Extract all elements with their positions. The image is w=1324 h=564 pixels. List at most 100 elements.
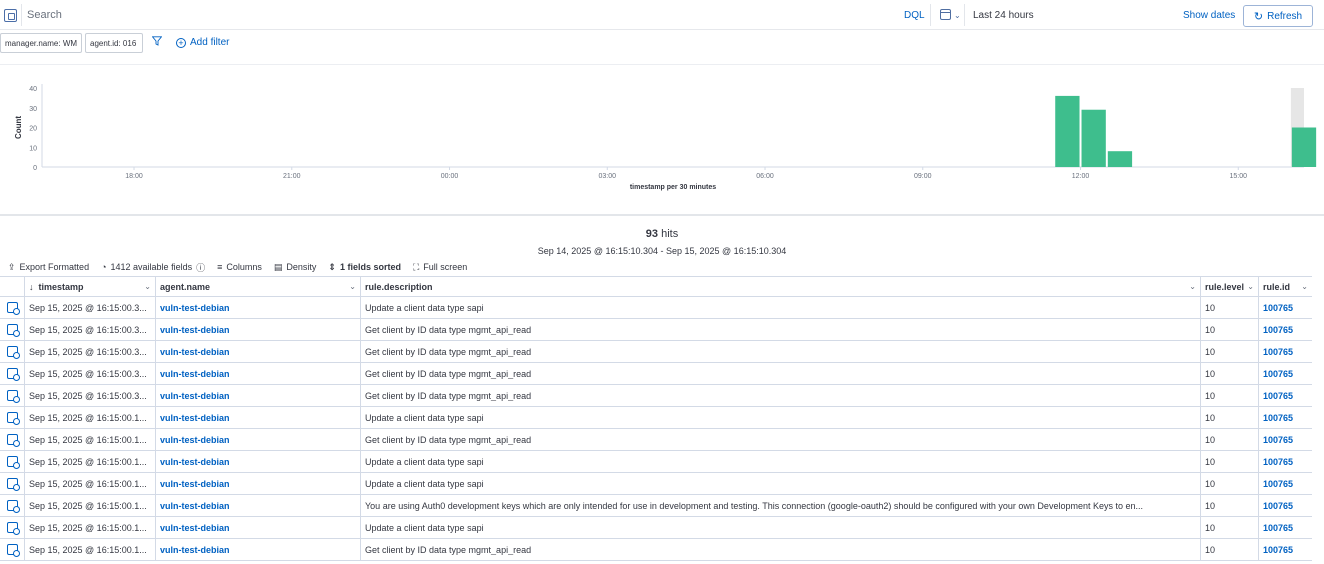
table-row[interactable]: Sep 15, 2025 @ 16:15:00.1... vuln-test-de…	[0, 451, 1324, 473]
column-divider	[1258, 451, 1259, 472]
cell-rule-id[interactable]: 100765	[1258, 473, 1312, 494]
saved-query-icon[interactable]	[4, 9, 17, 22]
cell-rule-id[interactable]: 100765	[1258, 363, 1312, 384]
table-row[interactable]: Sep 15, 2025 @ 16:15:00.1... vuln-test-de…	[0, 429, 1324, 451]
dql-toggle[interactable]: DQL	[904, 10, 925, 21]
column-header-timestamp[interactable]: ↓ timestamp ⌄	[24, 277, 155, 296]
expand-row-button[interactable]	[0, 319, 24, 340]
table-row[interactable]: Sep 15, 2025 @ 16:15:00.1... vuln-test-de…	[0, 495, 1324, 517]
cell-rule-level: 10	[1205, 412, 1216, 423]
table-row[interactable]: Sep 15, 2025 @ 16:15:00.3... vuln-test-de…	[0, 297, 1324, 319]
cell-rule-id[interactable]: 100765	[1258, 539, 1312, 560]
cell-timestamp: Sep 15, 2025 @ 16:15:00.3...	[29, 390, 147, 401]
table-row[interactable]: Sep 15, 2025 @ 16:15:00.1... vuln-test-de…	[0, 473, 1324, 495]
chevron-down-icon[interactable]: ⌄	[954, 11, 961, 20]
table-row[interactable]: Sep 15, 2025 @ 16:15:00.1... vuln-test-de…	[0, 407, 1324, 429]
cell-rule-id[interactable]: 100765	[1258, 451, 1312, 472]
table-row[interactable]: Sep 15, 2025 @ 16:15:00.3... vuln-test-de…	[0, 363, 1324, 385]
expand-row-button[interactable]	[0, 539, 24, 560]
cell-rule-id[interactable]: 100765	[1258, 385, 1312, 406]
chevron-down-icon[interactable]: ⌄	[1301, 282, 1308, 291]
export-button[interactable]: ⇪ Export Formatted	[8, 262, 89, 273]
expand-row-button[interactable]	[0, 429, 24, 450]
refresh-icon: ↻	[1253, 10, 1264, 23]
date-range[interactable]: Last 24 hours	[973, 10, 1034, 21]
refresh-button[interactable]: ↻ Refresh	[1243, 5, 1313, 27]
chevron-down-icon[interactable]: ⌄	[144, 282, 151, 291]
table-body: Sep 15, 2025 @ 16:15:00.3... vuln-test-de…	[0, 297, 1324, 561]
expand-row-button[interactable]	[0, 407, 24, 428]
cell-rule-id[interactable]: 100765	[1258, 297, 1312, 318]
expand-row-button[interactable]	[0, 363, 24, 384]
divider	[0, 214, 1324, 216]
cell-agent-name[interactable]: vuln-test-debian	[155, 297, 360, 318]
columns-button[interactable]: ≡ Columns	[217, 262, 262, 272]
cell-agent-name[interactable]: vuln-test-debian	[155, 473, 360, 494]
expand-row-button[interactable]	[0, 495, 24, 516]
chevron-down-icon[interactable]: ⌄	[1247, 282, 1254, 291]
expand-row-button[interactable]	[0, 473, 24, 494]
column-header-description[interactable]: rule.description ⌄	[360, 277, 1200, 296]
cell-agent-name[interactable]: vuln-test-debian	[155, 451, 360, 472]
table-row[interactable]: Sep 15, 2025 @ 16:15:00.1... vuln-test-de…	[0, 517, 1324, 539]
table-row[interactable]: Sep 15, 2025 @ 16:15:00.3... vuln-test-de…	[0, 385, 1324, 407]
y-tick-label: 10	[29, 145, 37, 152]
available-fields[interactable]: ◔ 1412 available fields ⓘ	[101, 261, 205, 274]
column-header-rule-id[interactable]: rule.id ⌄	[1258, 277, 1312, 296]
cell-rule-id[interactable]: 100765	[1258, 517, 1312, 538]
column-header-agent[interactable]: agent.name ⌄	[155, 277, 360, 296]
expand-row-button[interactable]	[0, 341, 24, 362]
cell-agent-name[interactable]: vuln-test-debian	[155, 539, 360, 560]
cell-agent-name[interactable]: vuln-test-debian	[155, 495, 360, 516]
query-bar: DQL ⌄ Last 24 hours Show dates ↻ Refresh	[0, 0, 1324, 30]
show-dates-link[interactable]: Show dates	[1183, 10, 1235, 21]
cell-agent-name[interactable]: vuln-test-debian	[155, 385, 360, 406]
expand-row-button[interactable]	[0, 385, 24, 406]
filter-pill-agent[interactable]: agent.id: 016	[85, 33, 143, 53]
cell-rule-id[interactable]: 100765	[1258, 407, 1312, 428]
column-divider	[1258, 473, 1259, 494]
export-label: Export Formatted	[19, 262, 90, 272]
expand-row-button[interactable]	[0, 451, 24, 472]
chevron-down-icon[interactable]: ⌄	[1189, 282, 1196, 291]
column-divider	[1200, 495, 1201, 516]
cell-agent-name[interactable]: vuln-test-debian	[155, 429, 360, 450]
cell-timestamp: Sep 15, 2025 @ 16:15:00.3...	[29, 346, 147, 357]
table-row[interactable]: Sep 15, 2025 @ 16:15:00.1... vuln-test-de…	[0, 539, 1324, 561]
sort-icon: ⇕	[328, 261, 336, 272]
expand-column-header	[0, 277, 24, 296]
cell-agent-name[interactable]: vuln-test-debian	[155, 363, 360, 384]
column-divider	[1258, 539, 1259, 560]
filter-icon[interactable]	[152, 36, 162, 46]
cell-rule-id[interactable]: 100765	[1258, 495, 1312, 516]
plus-icon: +	[176, 37, 186, 48]
chevron-down-icon[interactable]: ⌄	[349, 282, 356, 291]
cell-timestamp: Sep 15, 2025 @ 16:15:00.1...	[29, 522, 147, 533]
cell-rule-level: 10	[1205, 346, 1216, 357]
cell-rule-id[interactable]: 100765	[1258, 429, 1312, 450]
cell-agent-name[interactable]: vuln-test-debian	[155, 517, 360, 538]
cell-rule-id[interactable]: 100765	[1258, 319, 1312, 340]
column-divider	[360, 277, 361, 296]
table-row[interactable]: Sep 15, 2025 @ 16:15:00.3... vuln-test-de…	[0, 341, 1324, 363]
cell-agent-name[interactable]: vuln-test-debian	[155, 319, 360, 340]
column-divider	[1200, 517, 1201, 538]
column-header-level[interactable]: rule.level ⌄	[1200, 277, 1258, 296]
sort-button[interactable]: ⇕ 1 fields sorted	[328, 262, 401, 273]
column-divider	[1200, 385, 1201, 406]
cell-agent-name[interactable]: vuln-test-debian	[155, 407, 360, 428]
filter-pill-manager[interactable]: manager.name: WM	[0, 33, 82, 53]
calendar-icon[interactable]	[940, 9, 951, 20]
expand-row-button[interactable]	[0, 517, 24, 538]
inspect-icon	[6, 302, 20, 315]
x-tick-label: 12:00	[1072, 173, 1090, 180]
table-row[interactable]: Sep 15, 2025 @ 16:15:00.3... vuln-test-de…	[0, 319, 1324, 341]
fullscreen-button[interactable]: ⛶ Full screen	[413, 262, 467, 273]
density-button[interactable]: ▤ Density	[274, 262, 317, 273]
add-filter-button[interactable]: + Add filter	[176, 37, 229, 48]
expand-row-button[interactable]	[0, 297, 24, 318]
column-divider	[1200, 277, 1201, 296]
cell-rule-id[interactable]: 100765	[1258, 341, 1312, 362]
cell-agent-name[interactable]: vuln-test-debian	[155, 341, 360, 362]
search-input[interactable]	[27, 4, 887, 26]
